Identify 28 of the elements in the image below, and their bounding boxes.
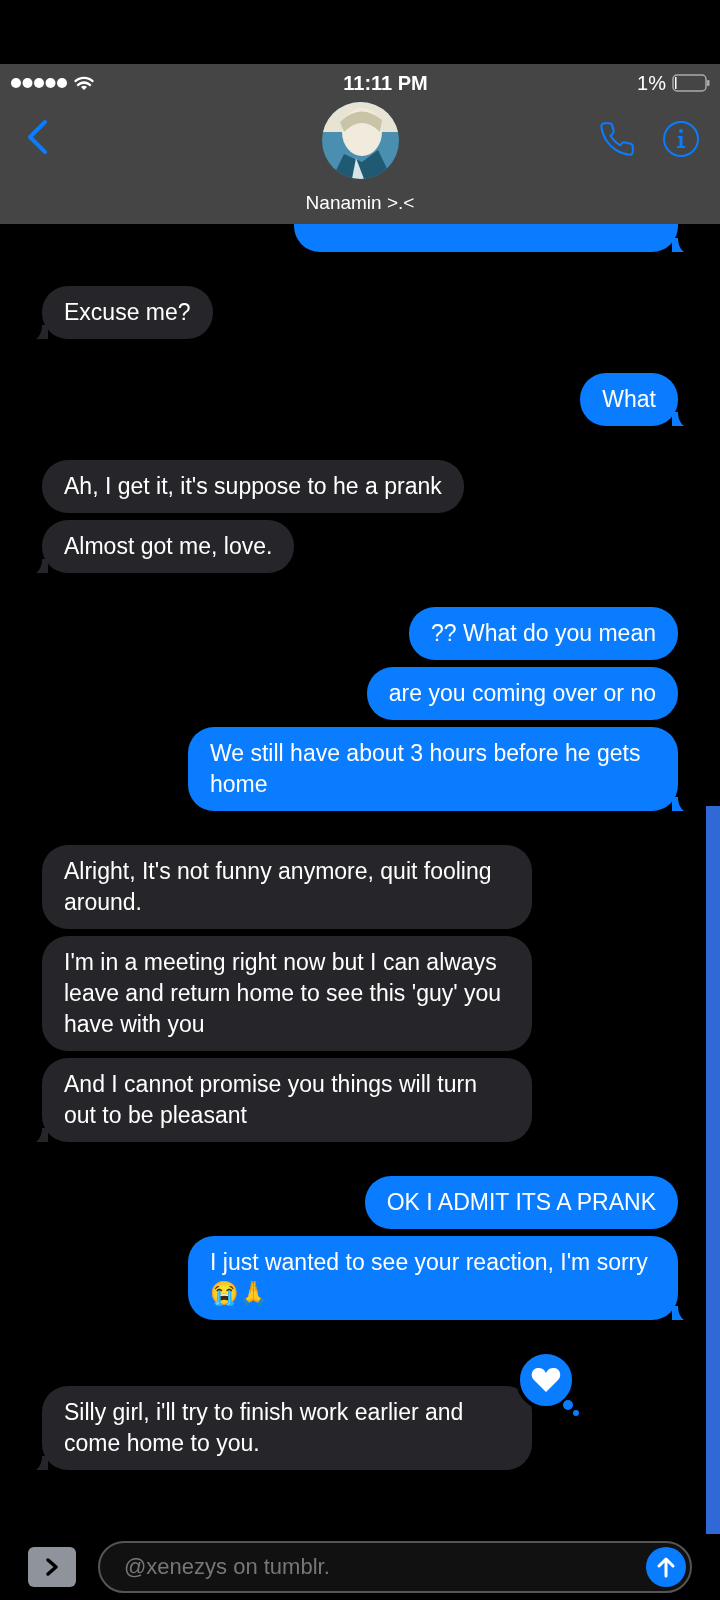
phone-icon — [598, 120, 636, 158]
message-bubble: ?? What do you mean — [408, 607, 678, 660]
info-icon — [662, 120, 700, 158]
message-bubble: Alright, It's not funny anymore, quit fooling around. — [42, 845, 532, 929]
message-bubble: are you coming over or no — [366, 667, 678, 720]
signal-icon — [10, 77, 68, 89]
message-bubble: Ah, I get it, it's suppose to he a prank — [42, 460, 464, 513]
bubble-tail-icon — [36, 1128, 48, 1142]
info-button[interactable] — [662, 120, 700, 158]
phone-button[interactable] — [598, 120, 636, 158]
bubble-tail-icon — [36, 559, 48, 573]
contact-name[interactable]: Nanamin >.< — [305, 189, 415, 218]
apps-toggle-button[interactable] — [28, 1547, 76, 1587]
bubble-tail-icon — [36, 1456, 48, 1470]
message-bubble: OK I ADMIT ITS A PRANK — [364, 1176, 678, 1229]
message-input-field[interactable]: @xenezys on tumblr. — [98, 1541, 692, 1593]
message-bubble: I'm in a meeting right now but I can always leave and return home to see this 'guy' you have with you — [42, 936, 532, 1051]
wifi-icon — [74, 75, 94, 91]
battery-icon — [672, 74, 710, 92]
arrow-up-icon — [656, 1556, 676, 1578]
bubble-tail-icon — [672, 412, 684, 426]
chevron-right-icon — [45, 1557, 59, 1577]
back-chevron-icon — [26, 119, 48, 155]
bubble-tail-icon — [672, 1306, 684, 1320]
status-time: 11:11 PM — [343, 71, 428, 96]
battery-percent: 1% — [637, 71, 666, 96]
bubble-tail-icon — [36, 325, 48, 339]
bubble-tail-icon — [672, 797, 684, 811]
